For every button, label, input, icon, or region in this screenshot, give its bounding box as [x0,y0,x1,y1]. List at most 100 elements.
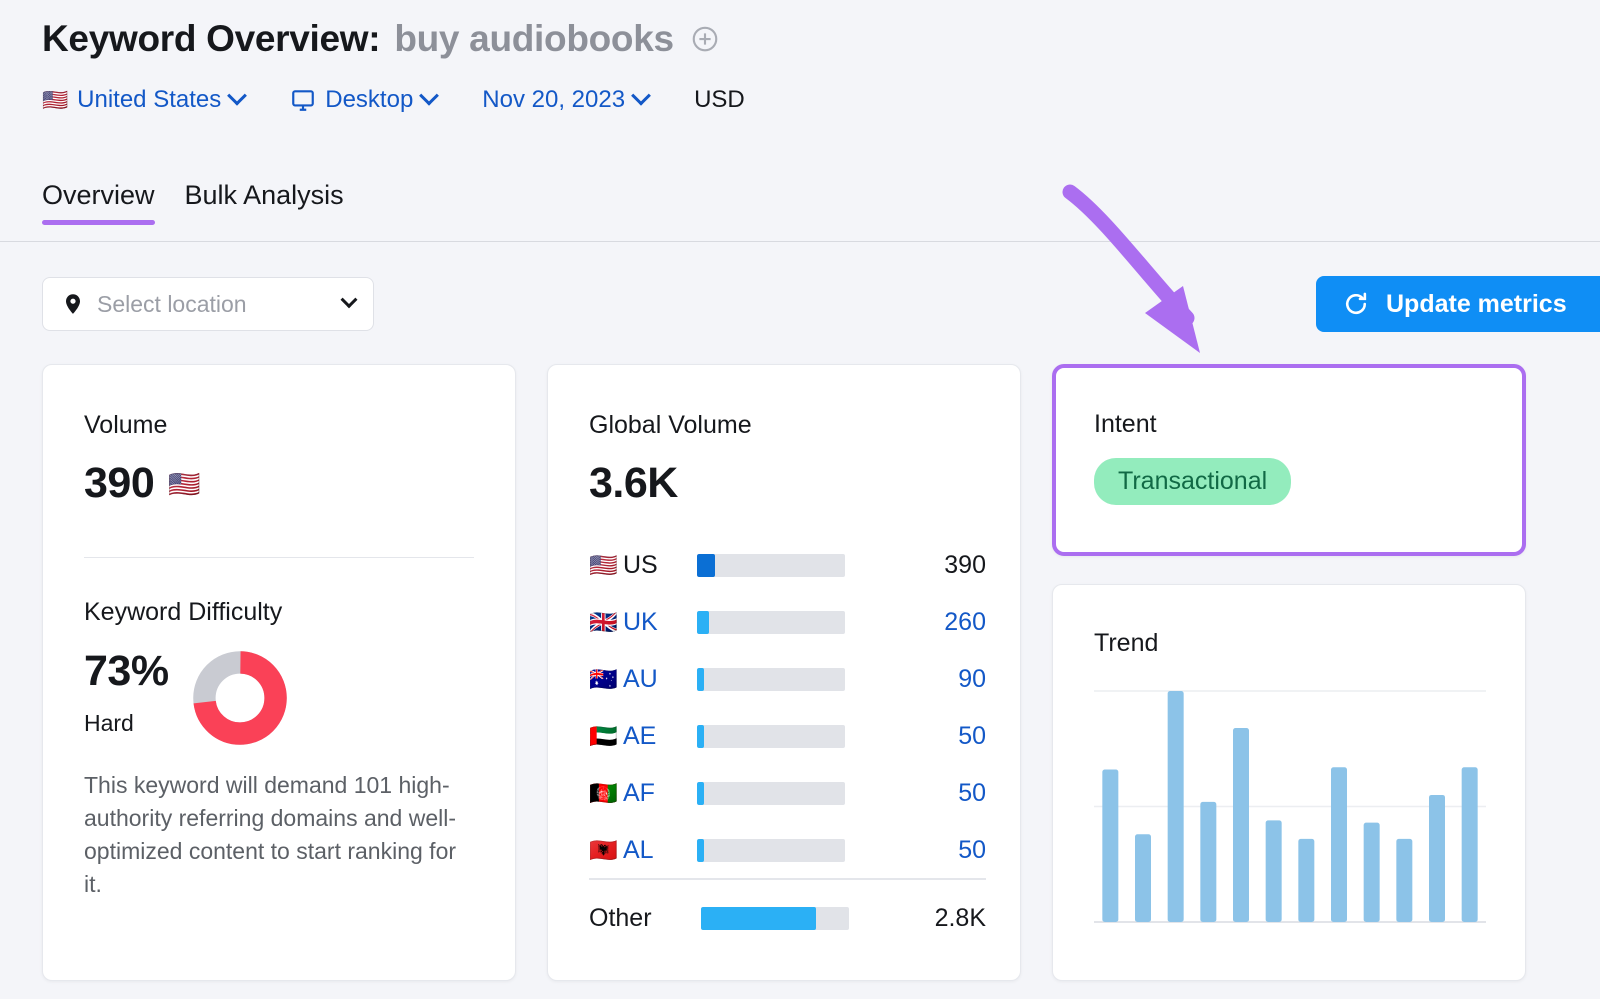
us-flag-icon: 🇺🇸 [168,471,200,497]
country-volume-bar [697,668,845,691]
global-volume-other-row: Other 2.8K [589,890,986,947]
country-selector[interactable]: 🇺🇸 United States [42,86,244,114]
global-volume-value: 3.6K [589,459,678,508]
bar [1233,728,1249,922]
page-title: Keyword Overview: buy audiobooks [42,18,720,60]
monitor-icon [290,87,316,113]
trend-card: Trend [1052,584,1526,981]
country-volume-value: 50 [845,779,986,808]
country-volume-value: 90 [845,665,986,694]
keyword-difficulty-percent: 73% [84,647,169,696]
chevron-down-icon [419,86,439,106]
chevron-down-icon [227,86,247,106]
volume-value-row: 390 🇺🇸 [84,459,201,508]
tabs-divider [0,241,1600,242]
country-code: US [623,551,693,580]
intent-card: Intent Transactional [1052,364,1526,556]
keyword-difficulty-label: Keyword Difficulty [84,598,282,627]
page-title-keyword: buy audiobooks [394,18,673,60]
other-value: 2.8K [849,904,986,933]
country-code[interactable]: AF [623,779,693,808]
country-selector-label: United States [77,86,221,114]
chevron-down-icon [341,291,358,308]
country-volume-value: 390 [845,551,986,580]
country-code[interactable]: UK [623,608,693,637]
country-code[interactable]: AL [623,836,693,865]
keyword-difficulty-description: This keyword will demand 101 high-author… [84,769,474,901]
country-flag-icon: 🇦🇺 [589,668,623,691]
country-volume-value: 50 [845,836,986,865]
volume-divider [84,557,474,558]
bar [1200,802,1216,922]
country-flag-icon: 🇦🇱 [589,839,623,862]
country-volume-value: 50 [845,722,986,751]
tab-bulk-analysis[interactable]: Bulk Analysis [185,180,344,225]
global-volume-divider [589,878,986,880]
bar [1266,820,1282,922]
country-volume-bar-fill [697,611,709,634]
location-select[interactable]: Select location [42,277,374,331]
country-flag-icon: 🇦🇪 [589,725,623,748]
volume-value: 390 [84,459,154,508]
keyword-overview-page: Keyword Overview: buy audiobooks 🇺🇸 Unit… [0,0,1600,999]
tab-overview[interactable]: Overview [42,180,155,225]
other-bar-fill [701,907,816,930]
tabs: Overview Bulk Analysis [42,180,344,225]
country-volume-bar-fill [697,839,704,862]
intent-label: Intent [1094,410,1157,439]
country-row[interactable]: 🇦🇱AL 50 [589,822,986,879]
plus-circle-icon[interactable] [690,24,720,54]
date-selector[interactable]: Nov 20, 2023 [482,86,648,114]
trend-label: Trend [1094,629,1158,658]
bar [1135,834,1151,922]
device-selector[interactable]: Desktop [290,86,436,114]
country-flag-icon: 🇬🇧 [589,611,623,634]
country-volume-bar-fill [697,782,704,805]
other-bar [701,907,849,930]
country-volume-bar [697,782,845,805]
keyword-difficulty-donut [193,651,287,750]
country-volume-value: 260 [845,608,986,637]
country-volume-bar [697,554,845,577]
page-title-prefix: Keyword Overview: [42,18,380,60]
us-flag-icon: 🇺🇸 [42,90,68,111]
country-flag-icon: 🇦🇫 [589,782,623,805]
volume-card: Volume 390 🇺🇸 Keyword Difficulty 73% Har… [42,364,516,981]
country-volume-bar-fill [697,668,704,691]
global-volume-rows: 🇺🇸US 390 🇬🇧UK 260 🇦🇺AU 90 🇦🇪AE 50 🇦🇫AF 50 🇦🇱AL 50 [589,537,986,879]
country-row: 🇺🇸US 390 [589,537,986,594]
bar [1462,767,1478,922]
trend-bar-chart [1094,685,1486,930]
location-select-placeholder: Select location [97,291,331,318]
intent-badge[interactable]: Transactional [1094,458,1291,505]
country-code[interactable]: AE [623,722,693,751]
global-volume-card: Global Volume 3.6K 🇺🇸US390🇬🇧UK260🇦🇺AU90🇦… [547,364,1021,981]
filters-row: 🇺🇸 United States Desktop Nov 20, 2023 US… [42,86,745,114]
date-selector-label: Nov 20, 2023 [482,86,625,114]
bar [1429,795,1445,922]
currency-label: USD [694,86,745,114]
volume-label: Volume [84,411,167,440]
arrow-annotation-icon [1050,178,1250,353]
country-volume-bar [697,839,845,862]
bar [1364,823,1380,922]
update-metrics-label: Update metrics [1386,290,1567,319]
country-row[interactable]: 🇦🇫AF 50 [589,765,986,822]
country-flag-icon: 🇺🇸 [589,554,623,577]
country-row[interactable]: 🇦🇺AU 90 [589,651,986,708]
country-row[interactable]: 🇬🇧UK 260 [589,594,986,651]
country-code[interactable]: AU [623,665,693,694]
country-volume-bar [697,725,845,748]
country-volume-bar-fill [697,725,704,748]
map-pin-icon [61,291,85,317]
keyword-difficulty-level: Hard [84,710,169,737]
update-metrics-button[interactable]: Update metrics [1316,276,1600,332]
keyword-difficulty-row: 73% Hard [84,647,287,750]
bar [1102,770,1118,922]
country-volume-bar-fill [697,554,715,577]
country-row[interactable]: 🇦🇪AE 50 [589,708,986,765]
bar [1298,839,1314,922]
device-selector-label: Desktop [325,86,413,114]
chevron-down-icon [631,86,651,106]
country-volume-bar [697,611,845,634]
